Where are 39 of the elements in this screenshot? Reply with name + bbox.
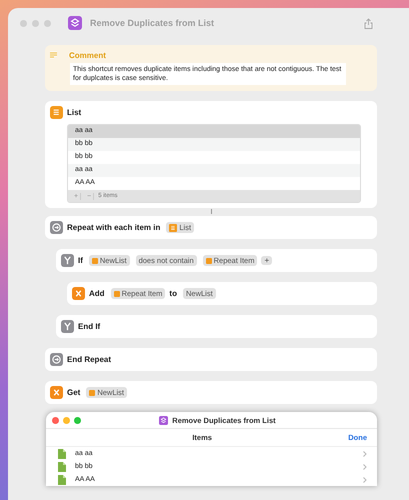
app-icon: [68, 16, 82, 30]
action-label: Repeat with each item in: [67, 223, 160, 232]
app-icon: [159, 416, 168, 424]
close-button[interactable]: [52, 416, 59, 424]
document-icon: [58, 448, 66, 458]
zoom-button[interactable]: [74, 416, 81, 424]
repeat-icon: [50, 353, 63, 366]
branch-icon: [61, 254, 74, 267]
action-label: Add: [89, 289, 105, 298]
add-condition-button[interactable]: +: [261, 256, 272, 265]
variable-icon: [50, 386, 63, 399]
document-icon: [58, 474, 66, 484]
action-label: Get: [67, 388, 80, 397]
branch-icon: [61, 320, 74, 333]
zoom-button[interactable]: [44, 20, 51, 26]
chevron-icon: [363, 476, 367, 482]
action-label: End Repeat: [67, 355, 112, 364]
list-icon: [169, 224, 178, 232]
chevron-icon: [363, 450, 367, 456]
action-label: If: [78, 256, 83, 265]
action-label: to: [169, 289, 177, 298]
close-button[interactable]: [20, 20, 27, 26]
window-title: Remove Duplicates from List: [90, 18, 216, 28]
share-icon[interactable]: [364, 18, 373, 28]
comment-icon: [50, 52, 57, 59]
action-label: List: [67, 108, 82, 117]
variable-icon: [206, 258, 212, 264]
variable-icon: [72, 287, 85, 300]
minimize-button[interactable]: [63, 416, 70, 424]
minimize-button[interactable]: [32, 20, 39, 26]
variable-icon: [114, 290, 120, 296]
chevron-icon: [363, 464, 367, 470]
comment-title: Comment: [69, 51, 106, 60]
action-label: End If: [78, 322, 100, 331]
list-icon: [50, 106, 63, 119]
variable-icon: [89, 390, 96, 396]
variable-icon: [92, 258, 98, 264]
document-icon: [58, 462, 66, 472]
repeat-icon: [50, 221, 63, 234]
